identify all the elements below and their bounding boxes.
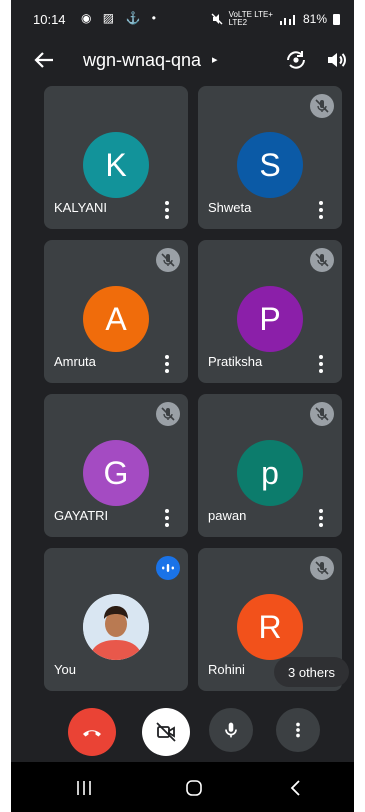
app-bar: wgn-wnaq-qna ▸ [11, 40, 354, 82]
more-options-icon[interactable] [312, 199, 330, 219]
more-vertical-icon [296, 722, 300, 738]
participant-name: GAYATRI [54, 508, 109, 523]
network-labels: VoLTE LTE+ LTE2 [229, 11, 273, 27]
mic-off-icon [310, 248, 334, 272]
camera-toggle-button[interactable] [142, 708, 190, 756]
more-options-icon[interactable] [158, 199, 176, 219]
user-photo-avatar [83, 594, 149, 660]
participant-name: Pratiksha [208, 354, 263, 369]
mic-button[interactable] [209, 708, 253, 752]
phone-hangup-icon [83, 730, 101, 737]
participant-tile[interactable]: K KALYANI [44, 86, 188, 229]
notification-icons: ◉ ▨ ⚓ • [81, 11, 160, 25]
avatar: R [237, 594, 303, 660]
avatar: G [83, 440, 149, 506]
participant-tile[interactable]: S Shweta [198, 86, 342, 229]
mic-off-icon [156, 248, 180, 272]
more-options-icon[interactable] [158, 507, 176, 527]
meeting-code[interactable]: wgn-wnaq-qna [83, 50, 201, 71]
mic-off-icon [156, 402, 180, 426]
participant-name: Shweta [208, 200, 252, 215]
mute-notifications-icon [211, 13, 223, 25]
avatar: K [83, 132, 149, 198]
mic-off-icon [310, 402, 334, 426]
call-controls [11, 708, 354, 758]
back-arrow-icon[interactable] [33, 49, 55, 71]
signal-icon [279, 15, 295, 25]
participant-name: You [54, 662, 76, 677]
status-bar: 10:14 ◉ ▨ ⚓ • VoLTE LTE+ LTE2 81% [11, 0, 354, 38]
participant-tile[interactable]: P Pratiksha [198, 240, 342, 383]
expand-caret-icon[interactable]: ▸ [212, 53, 218, 66]
avatar: p [237, 440, 303, 506]
nav-back-icon[interactable] [284, 776, 308, 800]
mic-off-icon [310, 94, 334, 118]
battery-percent: 81% [302, 12, 327, 26]
battery-icon [333, 13, 340, 25]
more-options-icon[interactable] [312, 507, 330, 527]
more-options-icon[interactable] [158, 353, 176, 373]
system-nav-bar [11, 762, 354, 812]
status-time: 10:14 [33, 12, 66, 27]
end-call-button[interactable] [68, 708, 116, 756]
participant-tile[interactable]: G GAYATRI [44, 394, 188, 537]
participant-tile[interactable]: p pawan [198, 394, 342, 537]
recents-icon[interactable] [72, 776, 96, 800]
microphone-icon [225, 722, 237, 738]
switch-camera-icon[interactable] [284, 48, 308, 72]
network-label-bottom: LTE2 [228, 18, 248, 27]
speaker-icon[interactable] [325, 48, 349, 72]
mic-off-icon [310, 556, 334, 580]
video-off-icon [156, 722, 176, 742]
avatar: P [237, 286, 303, 352]
status-right: VoLTE LTE+ LTE2 81% [211, 11, 340, 27]
audio-level-icon [156, 556, 180, 580]
others-chip[interactable]: 3 others [274, 657, 349, 687]
more-options-icon[interactable] [312, 353, 330, 373]
participant-name: Amruta [54, 354, 96, 369]
avatar: S [237, 132, 303, 198]
meet-screen: 10:14 ◉ ▨ ⚓ • VoLTE LTE+ LTE2 81% wgn-wn… [11, 0, 354, 812]
participant-tile[interactable]: A Amruta [44, 240, 188, 383]
participant-name: Rohini [208, 662, 245, 677]
self-tile[interactable]: You [44, 548, 188, 691]
participant-name: pawan [208, 508, 247, 523]
home-icon[interactable] [182, 776, 206, 800]
avatar: A [83, 286, 149, 352]
more-options-button[interactable] [276, 708, 320, 752]
participant-name: KALYANI [54, 200, 107, 215]
